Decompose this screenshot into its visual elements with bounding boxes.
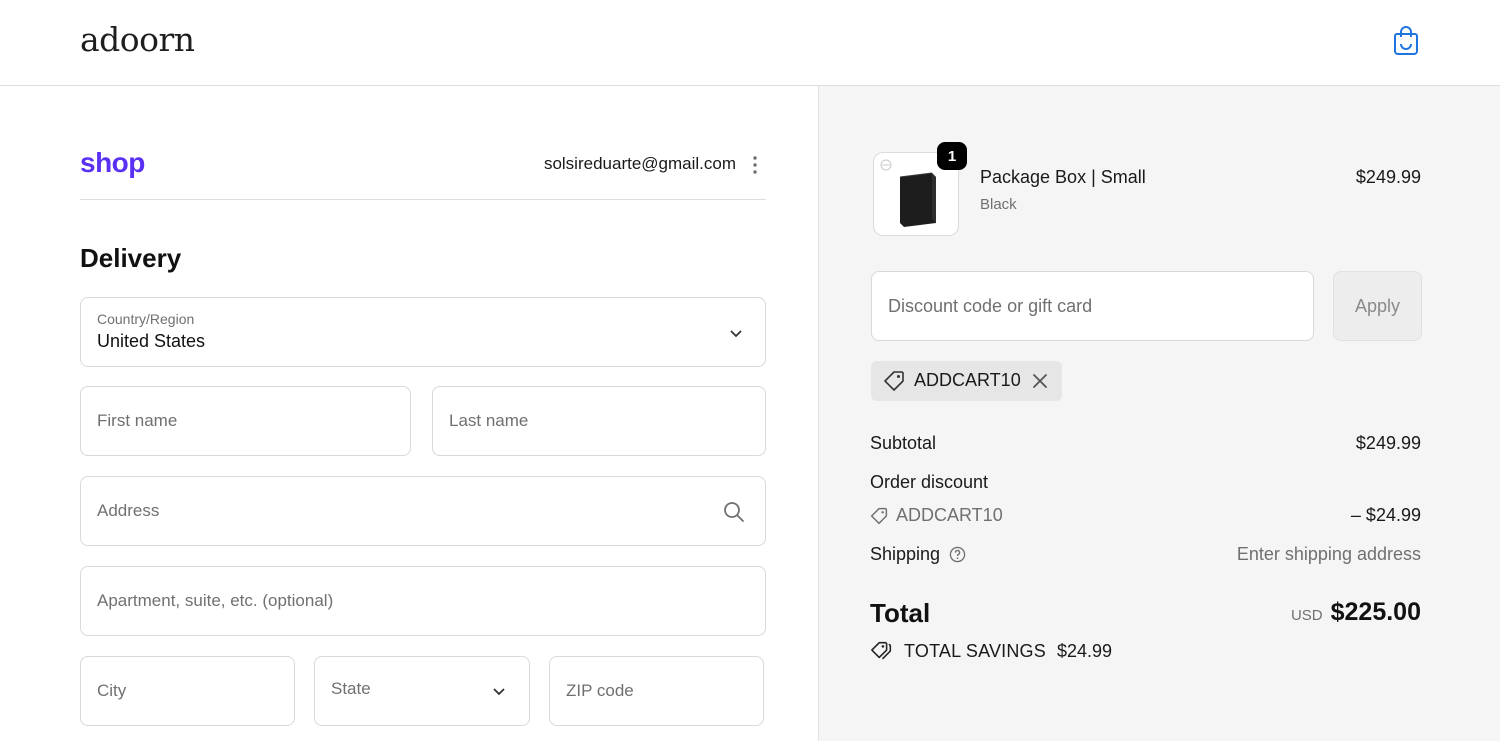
search-icon: [724, 502, 744, 522]
city-placeholder: City: [97, 681, 127, 700]
delivery-heading: Delivery: [80, 243, 182, 273]
total-amount: USD $225.00: [1160, 598, 1421, 627]
applied-code-text: ADDCART10: [914, 370, 1021, 390]
discount-value: – $24.99: [1350, 505, 1421, 525]
address-placeholder: Address: [97, 501, 160, 520]
country-label: Country/Region: [97, 311, 195, 327]
apartment-placeholder: Apartment, suite, etc. (optional): [97, 591, 334, 610]
total-label: Total: [870, 598, 931, 628]
close-icon[interactable]: [1031, 372, 1049, 390]
shop-pay-logo: shop: [80, 147, 145, 178]
tag-icon: [884, 371, 904, 391]
shipping-row: Shipping: [870, 544, 966, 565]
savings-value: $24.99: [1056, 640, 1113, 661]
product-price: $249.99: [1355, 167, 1421, 187]
discount-placeholder: Discount code or gift card: [888, 295, 1093, 316]
apartment-field[interactable]: Apartment, suite, etc. (optional): [80, 566, 766, 636]
state-placeholder: State: [331, 679, 371, 698]
applied-code-chip: ADDCART10: [871, 361, 1062, 401]
top-header: adoorn: [0, 0, 1500, 86]
discount-code-row: ADDCART10: [870, 505, 1003, 526]
last-name-field[interactable]: Last name: [432, 386, 766, 456]
subtotal-label: Subtotal: [870, 433, 937, 453]
order-discount-label: Order discount: [870, 472, 989, 492]
total-value: $225.00: [1330, 598, 1421, 626]
brand-logo[interactable]: adoorn: [80, 20, 195, 59]
city-field[interactable]: City: [80, 656, 295, 726]
country-select[interactable]: Country/Region United States: [80, 297, 766, 367]
total-currency: USD: [1290, 607, 1323, 624]
last-name-placeholder: Last name: [449, 411, 529, 430]
subtotal-value: $249.99: [1355, 433, 1421, 453]
address-field[interactable]: Address: [80, 476, 766, 546]
first-name-field[interactable]: First name: [80, 386, 411, 456]
chevron-down-icon: [493, 688, 505, 696]
account-email: solsireduarte@gmail.com: [543, 154, 736, 173]
tag-icon: [870, 507, 888, 524]
chevron-down-icon: [730, 330, 742, 338]
kebab-icon[interactable]: [748, 154, 762, 176]
discount-code-input[interactable]: Discount code or gift card: [871, 271, 1314, 341]
discount-code-text: ADDCART10: [896, 505, 1003, 525]
state-select[interactable]: State: [314, 656, 530, 726]
shipping-label: Shipping: [870, 544, 941, 564]
help-icon[interactable]: [949, 546, 966, 563]
first-name-placeholder: First name: [97, 411, 178, 430]
apply-button[interactable]: Apply: [1333, 271, 1422, 341]
account-divider: [80, 199, 766, 200]
shipping-value: Enter shipping address: [1236, 544, 1421, 564]
country-value: United States: [97, 331, 206, 351]
zip-field[interactable]: ZIP code: [549, 656, 764, 726]
shopping-bag-icon[interactable]: [1392, 24, 1420, 56]
savings-label: TOTAL SAVINGS: [904, 640, 1046, 661]
total-savings: TOTAL SAVINGS $24.99: [870, 640, 1112, 662]
zip-placeholder: ZIP code: [566, 681, 634, 700]
product-variant: Black: [980, 196, 1017, 213]
quantity-badge: 1: [937, 142, 967, 170]
product-name: Package Box | Small: [980, 167, 1146, 187]
savings-tags-icon: [871, 641, 892, 660]
